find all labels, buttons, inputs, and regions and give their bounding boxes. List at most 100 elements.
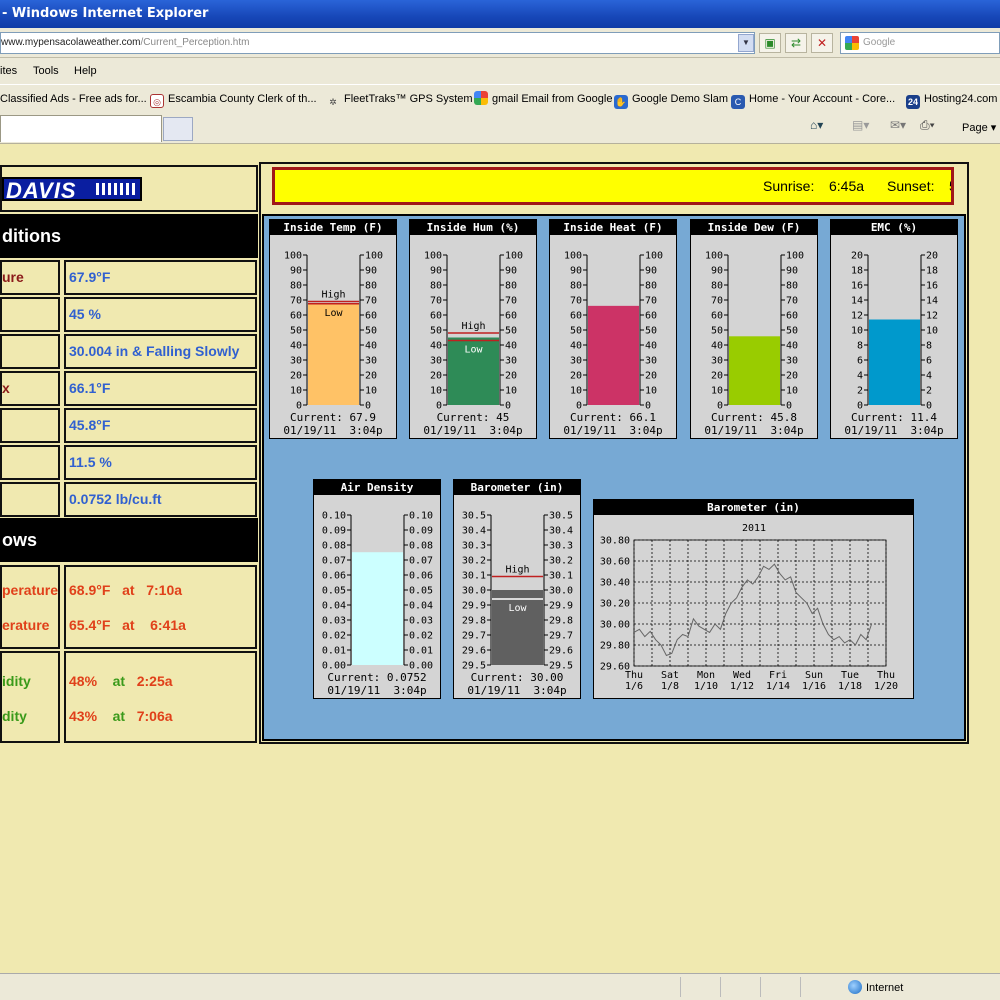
tick-label: 14 (851, 296, 863, 307)
print-icon[interactable]: ⎙▾ (920, 118, 935, 133)
tick-label: 30 (365, 356, 377, 367)
tick-label: 29.8 (549, 616, 573, 627)
tick-label: 29.6 (462, 646, 486, 657)
tick-label: 0.06 (409, 571, 433, 582)
gauge-date: 01/19/11 3:04p (423, 424, 523, 437)
tick-label: 30 (430, 356, 442, 367)
gauge-current: Current: 30.00 (470, 671, 564, 684)
tick-label: 90 (645, 266, 657, 277)
tick-label: 50 (570, 326, 582, 337)
feeds-icon[interactable]: ▤▾ (852, 118, 869, 132)
refresh-icon[interactable]: ⇄ (785, 33, 807, 53)
tick-label: 0.10 (322, 511, 346, 522)
tick-label: 10 (365, 386, 377, 397)
tick-label: 29.7 (462, 631, 486, 642)
tick-label: 10 (786, 386, 798, 397)
gauge-fill (492, 590, 543, 665)
tick-label: 100 (786, 251, 804, 262)
hum-high-time: 2:25a (136, 673, 173, 689)
tick-label: 20 (711, 371, 723, 382)
home-icon[interactable]: ⌂▾ (810, 118, 823, 132)
fav-gmail[interactable]: gmail Email from Google (474, 85, 612, 113)
tick-label: 100 (365, 251, 383, 262)
tick-label: 29.8 (462, 616, 486, 627)
tick-label: 10 (430, 386, 442, 397)
new-tab-button[interactable] (163, 117, 193, 141)
tick-label: 4 (926, 371, 932, 382)
fav-escambia-clerk[interactable]: ◎ Escambia County Clerk of th... (150, 85, 317, 113)
tick-label: 0.01 (409, 646, 433, 657)
gauge-date: 01/19/11 3:04p (563, 424, 663, 437)
fav-google-demo-slam[interactable]: ✋ Google Demo Slam (614, 85, 728, 113)
x-tick-label: Tue (841, 670, 859, 681)
tick-label: 16 (926, 281, 938, 292)
search-input[interactable]: Google (840, 32, 1000, 54)
tick-label: 0 (645, 401, 651, 412)
tab-current[interactable] (0, 115, 162, 142)
gear-icon: ✲ (329, 97, 337, 107)
tick-label: 70 (365, 296, 377, 307)
condition-label-3: x (0, 371, 60, 406)
chart-title: Barometer (in) (594, 500, 913, 515)
tick-label: 100 (284, 251, 302, 262)
mail-icon[interactable]: ✉▾ (890, 118, 906, 132)
fav-core[interactable]: C Home - Your Account - Core... (731, 85, 895, 113)
gauge-title: EMC (%) (831, 220, 957, 235)
fav-classified-ads[interactable]: Classified Ads - Free ads for... (0, 85, 147, 113)
temp-low-time: 6:41a (150, 617, 186, 633)
tick-label: 90 (290, 266, 302, 277)
tick-label: 30.4 (462, 526, 486, 537)
tick-label: 70 (290, 296, 302, 307)
menu-favorites[interactable]: ites (0, 58, 17, 84)
tick-label: 0.08 (322, 541, 346, 552)
condition-value-1: 45 % (64, 297, 257, 332)
tick-label: 70 (786, 296, 798, 307)
temp-hilow-values: 68.9°F at 7:10a 65.4°F at 6:41a (64, 565, 257, 649)
menu-tools[interactable]: Tools (33, 58, 59, 84)
tick-label: 0.03 (409, 616, 433, 627)
gauge-scale: 0 0 10 10 20 20 30 30 40 40 50 50 60 60 70 70 80 80 90 90 10… (564, 251, 663, 412)
x-tick-label: Thu (625, 670, 643, 681)
tick-label: 0 (717, 401, 723, 412)
x-tick-label: 1/10 (694, 681, 718, 692)
gauge-0: Inside Temp (F) 0 0 10 10 20 20 30 30 40 40 50 50 60 6… (269, 219, 397, 439)
tick-label: 100 (424, 251, 442, 262)
tick-label: 60 (365, 311, 377, 322)
fav-fleettraks[interactable]: ✲ FleetTraks™ GPS System (326, 85, 472, 113)
tick-label: 100 (505, 251, 523, 262)
hum-high-value: 48% (69, 673, 98, 689)
tick-label: 20 (290, 371, 302, 382)
tick-label: 18 (851, 266, 863, 277)
davis-logo: DAVIS (2, 177, 142, 203)
tick-label: 10 (851, 326, 863, 337)
tick-label: 60 (430, 311, 442, 322)
tick-label: 29.5 (549, 661, 573, 672)
compatibility-icon[interactable]: ▣ (759, 33, 781, 53)
gauge-date: 01/19/11 3:04p (467, 684, 567, 697)
y-tick-label: 30.40 (600, 578, 630, 589)
window-title: - Windows Internet Explorer (2, 6, 209, 21)
temp-high-label: perature (2, 582, 59, 598)
tick-label: 100 (564, 251, 582, 262)
tick-label: 10 (570, 386, 582, 397)
x-tick-label: 1/8 (661, 681, 679, 692)
hand-icon: ✋ (614, 95, 628, 109)
tick-label: 60 (711, 311, 723, 322)
tick-label: 40 (645, 341, 657, 352)
tick-label: 70 (645, 296, 657, 307)
tick-label: 60 (290, 311, 302, 322)
page-menu[interactable]: Page ▾ (962, 121, 996, 134)
fav-hosting24[interactable]: 24 Hosting24.com (906, 85, 997, 113)
tick-label: 30 (290, 356, 302, 367)
tick-label: 80 (645, 281, 657, 292)
address-dropdown-button[interactable]: ▼ (738, 34, 754, 52)
address-input[interactable]: www.mypensacolaweather.com/Current_Perce… (0, 32, 755, 54)
condition-value-6: 0.0752 lb/cu.ft (64, 482, 257, 517)
menu-help[interactable]: Help (74, 58, 97, 84)
tick-label: 70 (711, 296, 723, 307)
tick-label: 0 (436, 401, 442, 412)
tick-label: 0.09 (322, 526, 346, 537)
tick-label: 0.07 (409, 556, 433, 567)
chart-subtitle: 2011 (742, 523, 766, 534)
stop-icon[interactable]: ✕ (811, 33, 833, 53)
